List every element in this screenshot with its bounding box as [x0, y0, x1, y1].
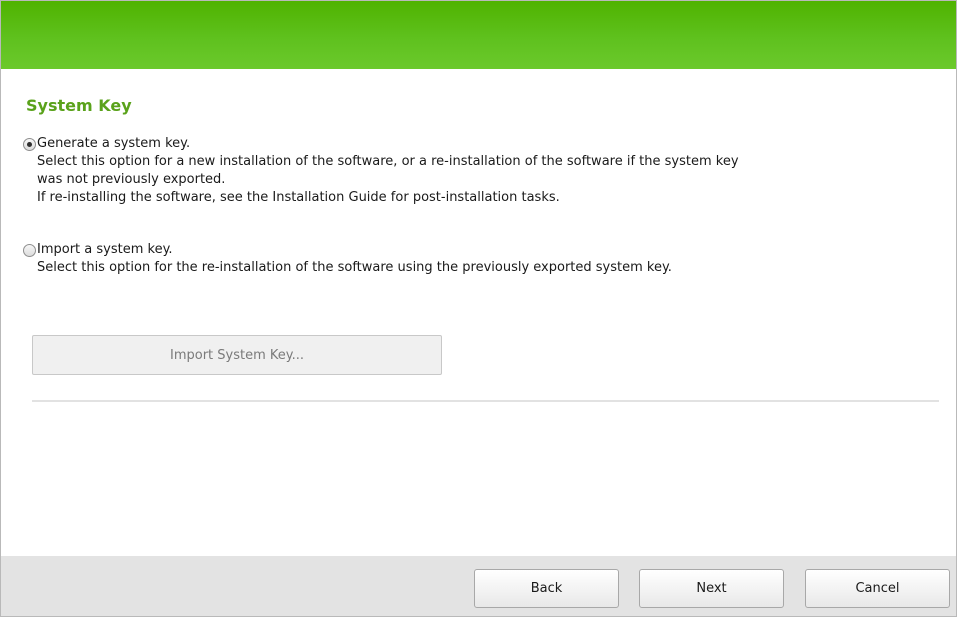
cancel-button[interactable]: Cancel	[805, 569, 950, 608]
import-key-label[interactable]: Import a system key.	[37, 241, 947, 259]
installer-window: System Key Generate a system key. Select…	[0, 0, 957, 617]
import-key-text[interactable]: Import a system key. Select this option …	[37, 241, 947, 277]
generate-key-description-3: If re-installing the software, see the I…	[37, 190, 560, 205]
back-button[interactable]: Back	[474, 569, 619, 608]
next-button[interactable]: Next	[639, 569, 784, 608]
radio-selected-dot	[27, 142, 32, 147]
import-key-radio[interactable]	[23, 244, 36, 257]
generate-key-description-1: Select this option for a new installatio…	[37, 154, 739, 169]
divider	[32, 400, 939, 402]
generate-key-radio[interactable]	[23, 138, 36, 151]
generate-key-label[interactable]: Generate a system key.	[37, 135, 947, 153]
header-banner	[1, 1, 956, 69]
page-title: System Key	[26, 96, 132, 115]
import-system-key-button[interactable]: Import System Key...	[32, 335, 442, 375]
generate-key-text[interactable]: Generate a system key. Select this optio…	[37, 135, 947, 207]
generate-key-description-2: was not previously exported.	[37, 172, 226, 187]
import-key-description: Select this option for the re-installati…	[37, 260, 672, 275]
